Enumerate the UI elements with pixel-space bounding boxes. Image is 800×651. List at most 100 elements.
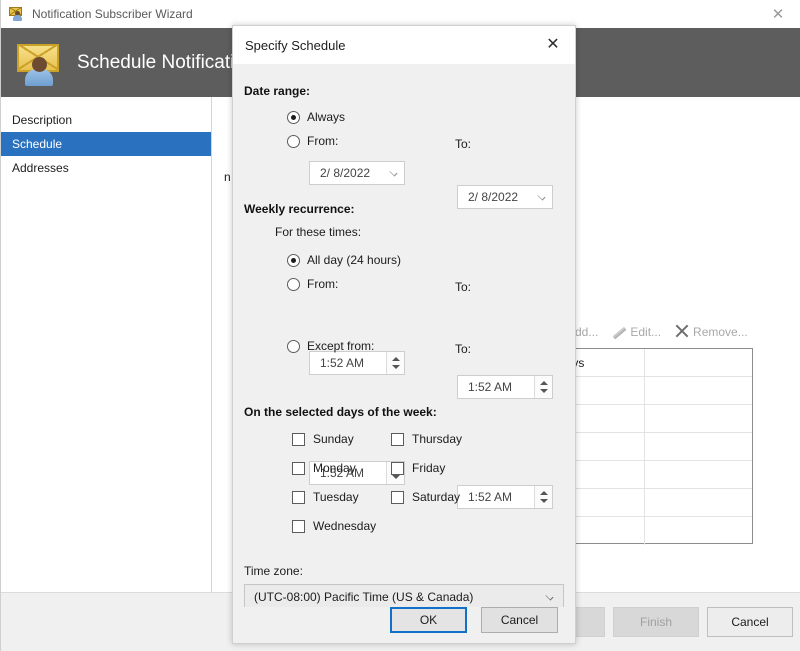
checkbox-monday-box (292, 461, 305, 475)
checkbox-tuesday-box (292, 490, 305, 504)
date-from-input[interactable]: 2/ 8/2022 (309, 161, 405, 185)
radio-time-from-label: From: (307, 277, 339, 291)
date-from-value: 2/ 8/2022 (320, 166, 371, 180)
except-to-stepper[interactable] (534, 486, 552, 508)
checkbox-wednesday-label: Wednesday (313, 519, 377, 533)
days-of-week-heading: On the selected days of the week: (244, 405, 437, 419)
stepper-down-icon[interactable] (540, 389, 548, 393)
checkbox-sunday-box (292, 432, 305, 446)
stepper-down-icon[interactable] (540, 499, 548, 503)
radio-always[interactable]: Always (287, 110, 345, 124)
sidebar-item-addresses[interactable]: Addresses (1, 156, 211, 180)
checkbox-saturday-box (391, 490, 404, 504)
radio-time-from[interactable]: From: (287, 277, 338, 291)
radio-always-label: Always (307, 110, 346, 124)
time-from-input[interactable]: 1:52 AM (309, 351, 405, 375)
table-row[interactable]: kdays (547, 349, 752, 377)
date-to-value: 2/ 8/2022 (468, 190, 519, 204)
checkbox-tuesday-label: Tuesday (313, 490, 359, 504)
for-these-times-label: For these times: (275, 225, 362, 239)
checkbox-saturday[interactable]: Saturday (391, 490, 460, 504)
mail-subscriber-icon (15, 41, 63, 86)
checkbox-wednesday[interactable]: Wednesday (292, 519, 376, 533)
except-to-input[interactable]: 1:52 AM (457, 485, 553, 509)
stepper-up-icon[interactable] (540, 381, 548, 385)
remove-button[interactable]: Remove... (669, 322, 753, 341)
timezone-label: Time zone: (244, 564, 303, 578)
checkbox-thursday-label: Thursday (412, 432, 463, 446)
except-to-value: 1:52 AM (468, 490, 513, 504)
checkbox-friday[interactable]: Friday (391, 461, 445, 475)
chevron-down-icon[interactable] (537, 192, 546, 201)
edit-button[interactable]: Edit... (606, 322, 666, 341)
time-to-stepper[interactable] (534, 376, 552, 398)
sidebar-item-description[interactable]: Description (1, 108, 211, 132)
ok-button[interactable]: OK (390, 607, 467, 633)
checkbox-saturday-label: Saturday (412, 490, 461, 504)
stepper-down-icon[interactable] (392, 365, 400, 369)
radio-date-from[interactable]: From: (287, 134, 338, 148)
time-from-value: 1:52 AM (320, 356, 365, 370)
radio-time-from-indicator (287, 277, 300, 291)
checkbox-sunday[interactable]: Sunday (292, 432, 354, 446)
checkbox-monday[interactable]: Monday (292, 461, 356, 475)
finish-button[interactable]: Finish (613, 607, 699, 637)
checkbox-friday-label: Friday (412, 461, 446, 475)
dialog-content: Date range: Always From: To: 2/ 8/2022 2… (233, 64, 575, 609)
chevron-down-icon[interactable] (389, 168, 398, 177)
timezone-select[interactable]: (UTC-08:00) Pacific Time (US & Canada) (244, 584, 564, 609)
cancel-button[interactable]: Cancel (707, 607, 793, 637)
except-to-label: To: (455, 342, 472, 356)
stepper-up-icon[interactable] (392, 357, 400, 361)
checkbox-thursday-box (391, 432, 404, 446)
dialog-titlebar: Specify Schedule ✕ (233, 26, 575, 64)
dialog-title: Specify Schedule (245, 37, 346, 53)
weekly-recurrence-heading: Weekly recurrence: (244, 202, 355, 216)
checkbox-tuesday[interactable]: Tuesday (292, 490, 359, 504)
close-icon[interactable]: ✕ (755, 0, 800, 28)
radio-except-from-indicator (287, 339, 300, 353)
radio-all-day[interactable]: All day (24 hours) (287, 253, 401, 267)
radio-date-from-label: From: (307, 134, 339, 148)
table-row[interactable] (547, 377, 752, 405)
checkbox-wednesday-box (292, 519, 305, 533)
stepper-up-icon[interactable] (540, 491, 548, 495)
date-to-input[interactable]: 2/ 8/2022 (457, 185, 553, 209)
radio-all-day-indicator (287, 253, 300, 267)
time-to-label: To: (455, 280, 472, 294)
radio-except-from[interactable]: Except from: (287, 339, 374, 353)
pencil-icon (611, 324, 626, 339)
table-row[interactable] (547, 461, 752, 489)
table-row[interactable] (547, 433, 752, 461)
remove-button-label: Remove... (693, 324, 748, 339)
chevron-down-icon[interactable] (545, 592, 554, 601)
schedules-grid[interactable]: kdays (546, 348, 753, 545)
wizard-titlebar: Notification Subscriber Wizard ✕ (1, 0, 800, 28)
x-icon (674, 324, 689, 339)
page-title: Schedule Notification (77, 51, 256, 73)
date-range-heading: Date range: (244, 84, 311, 98)
edit-button-label: Edit... (630, 324, 662, 339)
radio-date-from-indicator (287, 134, 300, 148)
timezone-value: (UTC-08:00) Pacific Time (US & Canada) (254, 589, 474, 604)
specify-schedule-dialog: Specify Schedule ✕ Date range: Always Fr… (232, 25, 576, 644)
radio-except-from-label: Except from: (307, 339, 375, 353)
time-from-stepper[interactable] (386, 352, 404, 374)
checkbox-monday-label: Monday (313, 461, 356, 475)
table-row[interactable] (547, 489, 752, 517)
sidebar-item-schedule[interactable]: Schedule (1, 132, 211, 156)
time-to-input[interactable]: 1:52 AM (457, 375, 553, 399)
stepper-down-icon[interactable] (392, 475, 400, 479)
radio-always-indicator (287, 110, 300, 124)
table-row[interactable] (547, 405, 752, 433)
dialog-cancel-button[interactable]: Cancel (481, 607, 558, 633)
window-title: Notification Subscriber Wizard (32, 7, 193, 21)
date-to-label: To: (455, 137, 472, 151)
time-to-value: 1:52 AM (468, 380, 513, 394)
radio-all-day-label: All day (24 hours) (307, 253, 402, 267)
close-icon[interactable]: ✕ (531, 26, 575, 64)
checkbox-friday-box (391, 461, 404, 475)
checkbox-thursday[interactable]: Thursday (391, 432, 462, 446)
subscriber-wizard-icon (9, 6, 25, 22)
wizard-sidebar: Description Schedule Addresses (1, 97, 212, 592)
